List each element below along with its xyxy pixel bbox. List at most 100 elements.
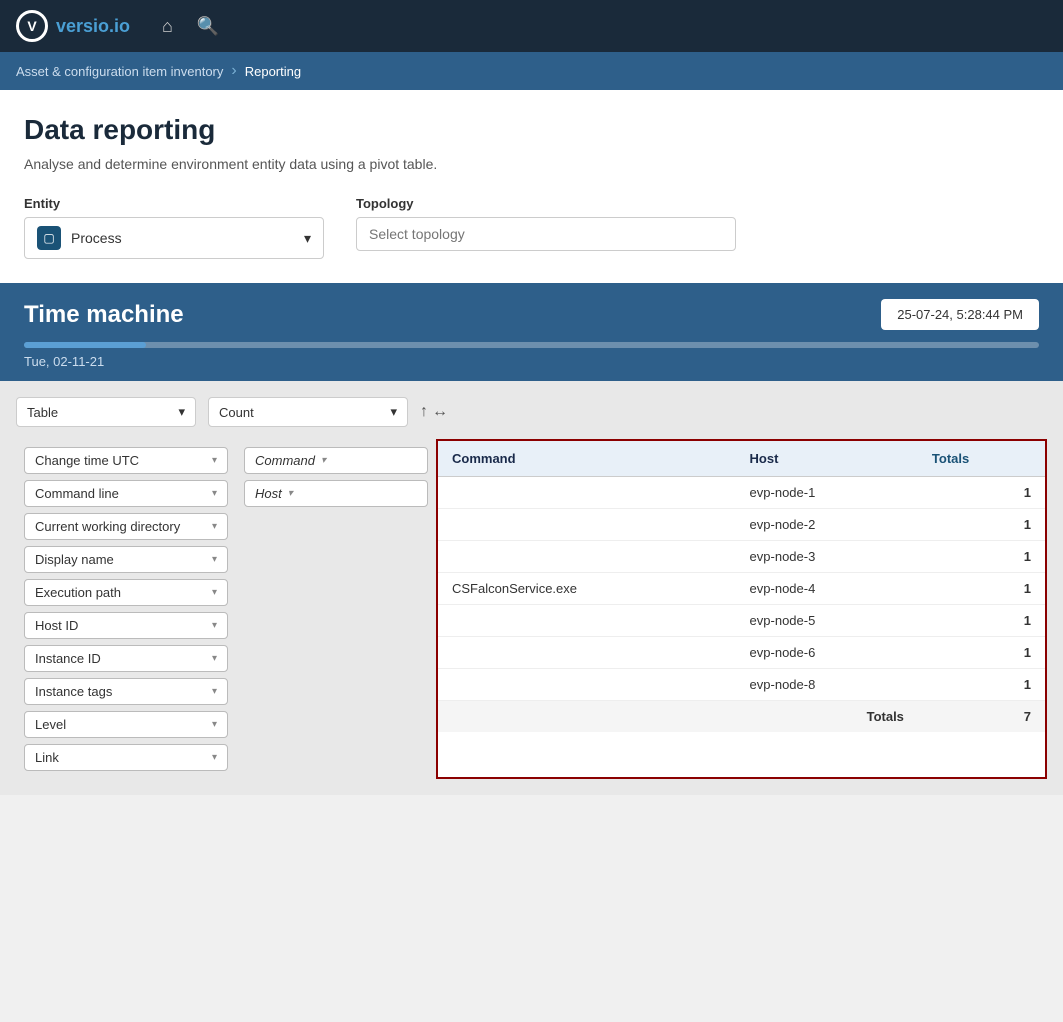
pivot-chip-command[interactable]: Command ▾: [244, 447, 428, 474]
fields-column: Change time UTC ▾ Command line ▾ Current…: [16, 439, 236, 779]
command-cell: [438, 541, 736, 573]
th-command: Command: [438, 441, 736, 477]
field-arrow: ▾: [212, 653, 217, 664]
totals-value-cell: 7: [918, 701, 1045, 733]
count-type-select[interactable]: Count ▾: [208, 397, 408, 427]
field-chip-level[interactable]: Level ▾: [24, 711, 228, 738]
entity-select[interactable]: ▢ Process ▾: [24, 217, 324, 259]
field-chip-display-name[interactable]: Display name ▾: [24, 546, 228, 573]
field-chip-cwd[interactable]: Current working directory ▾: [24, 513, 228, 540]
field-arrow: ▾: [212, 554, 217, 565]
host-cell: evp-node-4: [736, 573, 918, 605]
data-table-wrapper: Command Host Totals evp-node-11evp-node-…: [436, 439, 1047, 779]
pivot-chip-host[interactable]: Host ▾: [244, 480, 428, 507]
command-cell: [438, 637, 736, 669]
form-row: Entity ▢ Process ▾ Topology: [24, 196, 1039, 283]
field-label: Command line: [35, 486, 119, 501]
top-nav: V versio.io ⌂ 🔍: [0, 0, 1063, 52]
sort-horizontal-icon[interactable]: ↔: [432, 403, 448, 421]
table-header-row: Command Host Totals: [438, 441, 1045, 477]
pivot-config-column: Command ▾ Host ▾: [236, 439, 436, 779]
logo-icon: V: [16, 10, 48, 42]
time-machine-top: Time machine 25-07-24, 5:28:44 PM: [0, 283, 1063, 338]
breadcrumb-current: Reporting: [245, 64, 301, 79]
totals-row: Totals7: [438, 701, 1045, 733]
entity-icon: ▢: [37, 226, 61, 250]
time-machine-label: Tue, 02-11-21: [0, 348, 1063, 381]
slider-track[interactable]: [24, 342, 1039, 348]
view-type-select[interactable]: Table ▾: [16, 397, 196, 427]
field-arrow: ▾: [212, 719, 217, 730]
host-cell: evp-node-6: [736, 637, 918, 669]
count-cell: 1: [918, 669, 1045, 701]
topology-group: Topology: [356, 196, 736, 259]
time-machine-slider-row: [0, 338, 1063, 348]
sort-vertical-icon[interactable]: ↑: [420, 403, 428, 421]
host-cell: evp-node-5: [736, 605, 918, 637]
field-arrow: ▾: [212, 587, 217, 598]
main-content: Data reporting Analyse and determine env…: [0, 90, 1063, 283]
field-chip-instance-id[interactable]: Instance ID ▾: [24, 645, 228, 672]
field-chip-change-time-utc[interactable]: Change time UTC ▾: [24, 447, 228, 474]
count-cell: 1: [918, 477, 1045, 509]
pivot-arrow: ▾: [321, 455, 326, 466]
field-arrow: ▾: [212, 620, 217, 631]
topology-input[interactable]: [356, 217, 736, 251]
field-chip-execution-path[interactable]: Execution path ▾: [24, 579, 228, 606]
field-arrow: ▾: [212, 488, 217, 499]
th-totals: Totals: [918, 441, 1045, 477]
field-label: Display name: [35, 552, 114, 567]
breadcrumb: Asset & configuration item inventory › R…: [0, 52, 1063, 90]
field-chip-host-id[interactable]: Host ID ▾: [24, 612, 228, 639]
command-cell: [438, 477, 736, 509]
field-label: Link: [35, 750, 59, 765]
field-chip-link[interactable]: Link ▾: [24, 744, 228, 771]
th-host: Host: [736, 441, 918, 477]
table-row: evp-node-11: [438, 477, 1045, 509]
search-icon[interactable]: 🔍: [197, 16, 219, 37]
count-cell: 1: [918, 637, 1045, 669]
pivot-arrow: ▾: [288, 488, 293, 499]
table-row: evp-node-31: [438, 541, 1045, 573]
view-type-arrow: ▾: [178, 404, 185, 420]
entity-dropdown-arrow: ▾: [304, 230, 311, 247]
field-chip-instance-tags[interactable]: Instance tags ▾: [24, 678, 228, 705]
field-arrow: ▾: [212, 686, 217, 697]
time-machine-date-button[interactable]: 25-07-24, 5:28:44 PM: [881, 299, 1039, 330]
host-cell: evp-node-8: [736, 669, 918, 701]
data-table: Command Host Totals evp-node-11evp-node-…: [438, 441, 1045, 732]
table-section: Table ▾ Count ▾ ↑ ↔ Change time UTC ▾ Co…: [0, 381, 1063, 795]
command-cell: [438, 669, 736, 701]
field-arrow: ▾: [212, 752, 217, 763]
page-title: Data reporting: [24, 114, 1039, 146]
page-description: Analyse and determine environment entity…: [24, 156, 1039, 172]
breadcrumb-parent[interactable]: Asset & configuration item inventory: [16, 64, 223, 79]
field-label: Instance ID: [35, 651, 101, 666]
count-type-arrow: ▾: [390, 404, 397, 420]
field-label: Host ID: [35, 618, 78, 633]
topology-label: Topology: [356, 196, 736, 211]
host-cell: evp-node-3: [736, 541, 918, 573]
time-machine-title: Time machine: [24, 301, 184, 329]
field-label: Instance tags: [35, 684, 112, 699]
field-chip-command-line[interactable]: Command line ▾: [24, 480, 228, 507]
table-row: evp-node-81: [438, 669, 1045, 701]
totals-label-cell: Totals: [438, 701, 918, 733]
table-row: evp-node-61: [438, 637, 1045, 669]
nav-icons: ⌂ 🔍: [162, 16, 219, 37]
entity-group: Entity ▢ Process ▾: [24, 196, 324, 259]
pivot-area: Change time UTC ▾ Command line ▾ Current…: [16, 439, 1047, 779]
field-arrow: ▾: [212, 455, 217, 466]
table-row: CSFalconService.exeevp-node-41: [438, 573, 1045, 605]
command-cell: CSFalconService.exe: [438, 573, 736, 605]
time-machine-banner: Time machine 25-07-24, 5:28:44 PM Tue, 0…: [0, 283, 1063, 381]
home-icon[interactable]: ⌂: [162, 16, 173, 37]
pivot-label: Command: [255, 453, 315, 468]
entity-value: Process: [71, 230, 122, 246]
host-cell: evp-node-2: [736, 509, 918, 541]
table-row: evp-node-51: [438, 605, 1045, 637]
table-controls: Table ▾ Count ▾ ↑ ↔: [16, 397, 1047, 427]
table-row: evp-node-21: [438, 509, 1045, 541]
count-cell: 1: [918, 573, 1045, 605]
breadcrumb-separator: ›: [231, 62, 236, 80]
